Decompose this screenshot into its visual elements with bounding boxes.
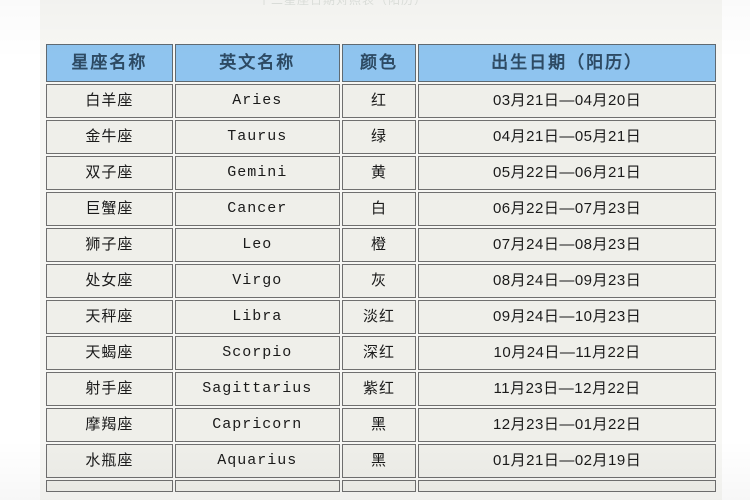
- cell-english-name: Capricorn: [174, 408, 340, 442]
- cell-english-name: Aquarius: [174, 444, 340, 478]
- cell-birth-date: 03月21日—04月20日: [418, 84, 716, 118]
- cell-color: 白: [341, 192, 417, 226]
- table-row: 水瓶座 Aquarius 黑 01月21日—02月19日: [46, 444, 716, 478]
- cell-english-name: Scorpio: [174, 336, 340, 370]
- cell-birth-date: [418, 480, 716, 492]
- cell-color: 深红: [341, 336, 417, 370]
- column-header-color: 颜色: [341, 44, 417, 82]
- cell-birth-date: 05月22日—06月21日: [418, 156, 716, 190]
- cell-zodiac-name: 摩羯座: [46, 408, 173, 442]
- table-row: 天秤座 Libra 淡红 09月24日—10月23日: [46, 300, 716, 334]
- cell-english-name: Aries: [174, 84, 340, 118]
- cell-zodiac-name: 水瓶座: [46, 444, 173, 478]
- zodiac-table-container: 星座名称 英文名称 颜色 出生日期（阳历） 白羊座 Aries 红 03月21日—04…: [44, 42, 718, 494]
- cell-color: 黑: [341, 408, 417, 442]
- cell-color: 黑: [341, 444, 417, 478]
- cell-color: 橙: [341, 228, 417, 262]
- cell-birth-date: 07月24日—08月23日: [418, 228, 716, 262]
- cell-color: 黄: [341, 156, 417, 190]
- cell-color: 绿: [341, 120, 417, 154]
- cell-birth-date: 12月23日—01月22日: [418, 408, 716, 442]
- table-row: 处女座 Virgo 灰 08月24日—09月23日: [46, 264, 716, 298]
- cell-zodiac-name: 狮子座: [46, 228, 173, 262]
- cell-zodiac-name: [46, 480, 173, 492]
- cell-zodiac-name: 巨蟹座: [46, 192, 173, 226]
- cell-birth-date: 11月23日—12月22日: [418, 372, 716, 406]
- cell-color: 紫红: [341, 372, 417, 406]
- table-row: 天蝎座 Scorpio 深红 10月24日—11月22日: [46, 336, 716, 370]
- column-header-eng: 英文名称: [174, 44, 340, 82]
- table-row: 巨蟹座 Cancer 白 06月22日—07月23日: [46, 192, 716, 226]
- cell-english-name: Leo: [174, 228, 340, 262]
- cell-english-name: Cancer: [174, 192, 340, 226]
- column-header-date: 出生日期（阳历）: [418, 44, 716, 82]
- cell-zodiac-name: 白羊座: [46, 84, 173, 118]
- cell-zodiac-name: 处女座: [46, 264, 173, 298]
- cell-birth-date: 04月21日—05月21日: [418, 120, 716, 154]
- cell-zodiac-name: 天蝎座: [46, 336, 173, 370]
- cell-color: 灰: [341, 264, 417, 298]
- cell-english-name: Libra: [174, 300, 340, 334]
- table-row: 金牛座 Taurus 绿 04月21日—05月21日: [46, 120, 716, 154]
- cell-birth-date: 06月22日—07月23日: [418, 192, 716, 226]
- zodiac-date-table: 星座名称 英文名称 颜色 出生日期（阳历） 白羊座 Aries 红 03月21日—04…: [44, 42, 718, 494]
- cell-zodiac-name: 天秤座: [46, 300, 173, 334]
- cell-birth-date: 08月24日—09月23日: [418, 264, 716, 298]
- cell-birth-date: 10月24日—11月22日: [418, 336, 716, 370]
- cell-english-name: Gemini: [174, 156, 340, 190]
- cell-english-name: Taurus: [174, 120, 340, 154]
- cell-color: 红: [341, 84, 417, 118]
- cell-english-name: Virgo: [174, 264, 340, 298]
- cell-english-name: [174, 480, 340, 492]
- cell-color: 淡红: [341, 300, 417, 334]
- table-header: 星座名称 英文名称 颜色 出生日期（阳历）: [46, 44, 716, 82]
- table-body: 白羊座 Aries 红 03月21日—04月20日 金牛座 Taurus 绿 04月21日—0…: [46, 84, 716, 492]
- table-row: 双子座 Gemini 黄 05月22日—06月21日: [46, 156, 716, 190]
- cell-zodiac-name: 双子座: [46, 156, 173, 190]
- table-row: 白羊座 Aries 红 03月21日—04月20日: [46, 84, 716, 118]
- table-row: 狮子座 Leo 橙 07月24日—08月23日: [46, 228, 716, 262]
- cell-zodiac-name: 金牛座: [46, 120, 173, 154]
- cell-zodiac-name: 射手座: [46, 372, 173, 406]
- table-header-row: 星座名称 英文名称 颜色 出生日期（阳历）: [46, 44, 716, 82]
- cell-english-name: Sagittarius: [174, 372, 340, 406]
- clipped-title-fragment: 十二星座日期对照表（阳历）: [258, 0, 488, 5]
- cell-birth-date: 01月21日—02月19日: [418, 444, 716, 478]
- cell-birth-date: 09月24日—10月23日: [418, 300, 716, 334]
- column-header-name: 星座名称: [46, 44, 173, 82]
- cell-color: [341, 480, 417, 492]
- table-row-clipped: [46, 480, 716, 492]
- table-row: 射手座 Sagittarius 紫红 11月23日—12月22日: [46, 372, 716, 406]
- document-page: 十二星座日期对照表（阳历） 星座名称 英文名称 颜色 出生日期（阳历） 白羊座A…: [0, 0, 750, 500]
- table-row: 摩羯座 Capricorn 黑 12月23日—01月22日: [46, 408, 716, 442]
